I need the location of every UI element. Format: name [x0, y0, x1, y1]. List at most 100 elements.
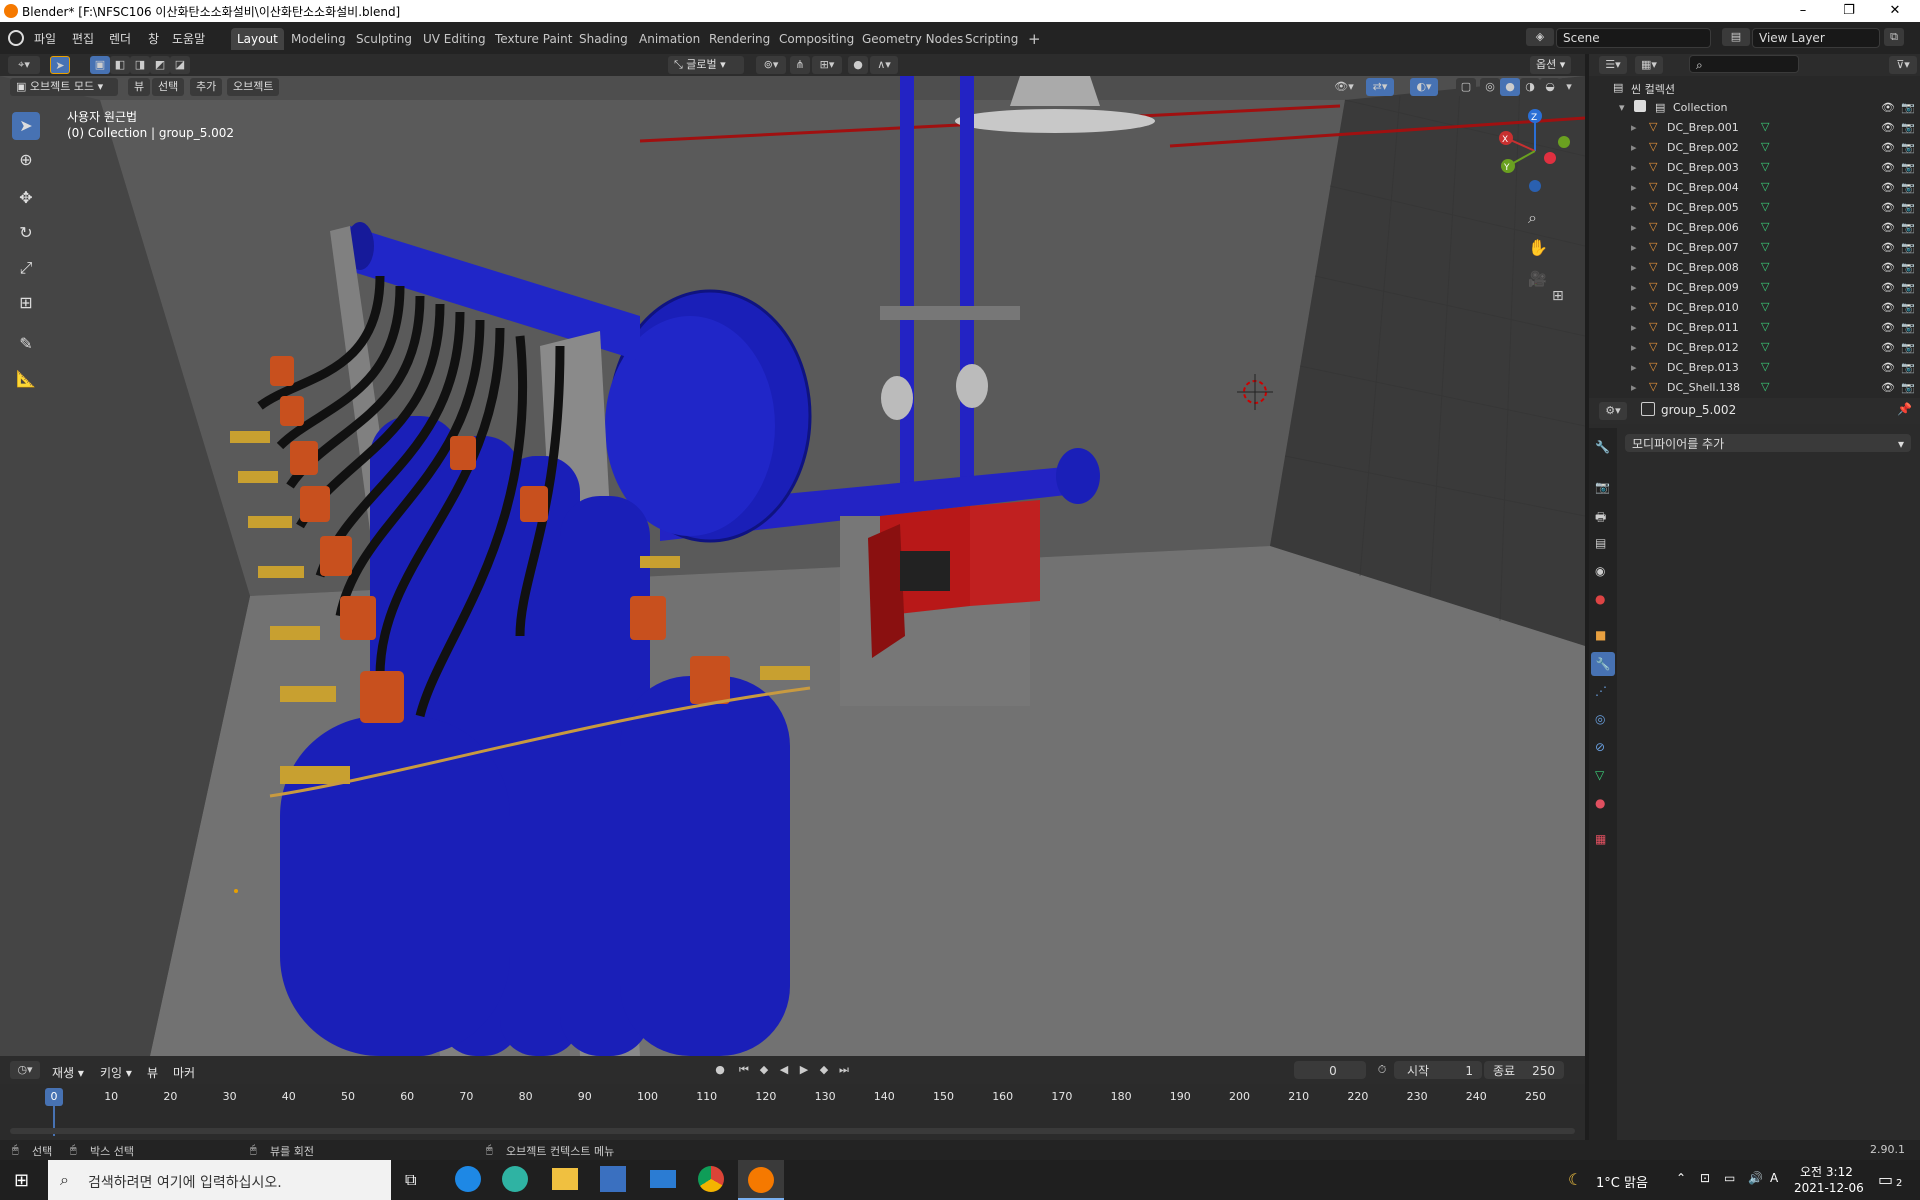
scene-field[interactable]: Scene	[1556, 28, 1711, 48]
eye-icon[interactable]: 👁	[1881, 221, 1895, 234]
tab-sculpting[interactable]: Sculpting	[350, 28, 418, 50]
outliner-item[interactable]: ▸ ▽ DC_Brep.007 ▽ 👁 📷	[1589, 238, 1920, 258]
task-view-icon[interactable]: ⧉	[405, 1170, 416, 1190]
material-tab-icon[interactable]: ●	[1595, 796, 1605, 810]
edge-icon[interactable]	[502, 1166, 528, 1192]
shading-wireframe-icon[interactable]: ◎	[1480, 78, 1500, 96]
tool-tab-icon[interactable]: 🔧	[1595, 440, 1610, 454]
eye-icon[interactable]: 👁	[1881, 281, 1895, 294]
outliner-item[interactable]: ▸ ▽ DC_Shell.138 ▽ 👁 📷	[1589, 378, 1920, 398]
render-camera-icon[interactable]: 📷	[1901, 241, 1915, 254]
end-frame-field[interactable]: 종료 250	[1484, 1061, 1564, 1079]
ime-indicator[interactable]: A	[1770, 1171, 1778, 1185]
render-camera-icon[interactable]: 📷	[1901, 321, 1915, 334]
tab-uv-editing[interactable]: UV Editing	[417, 28, 492, 50]
notification-icon[interactable]: ▭	[1878, 1170, 1893, 1189]
select-extend-icon[interactable]: ◧	[110, 56, 130, 74]
move-tool-icon[interactable]: ✥	[12, 184, 40, 212]
timeline-editor-icon[interactable]: ◷▾	[10, 1061, 40, 1079]
tab-texture-paint[interactable]: Texture Paint	[489, 28, 578, 50]
view-layer-icon[interactable]: ▤	[1722, 28, 1750, 46]
record-icon[interactable]: ●	[710, 1061, 730, 1079]
windows-start-icon[interactable]: ⊞	[14, 1170, 29, 1191]
outliner-item[interactable]: ▸ ▽ DC_Brep.005 ▽ 👁 📷	[1589, 198, 1920, 218]
transform-orientation-dropdown[interactable]: ⤡ 글로벌 ▾	[668, 56, 744, 74]
eye-icon[interactable]: 👁	[1881, 201, 1895, 214]
render-tab-icon[interactable]: 📷	[1595, 480, 1610, 494]
eye-icon[interactable]: 👁	[1881, 241, 1895, 254]
select-invert-icon[interactable]: ◩	[150, 56, 170, 74]
render-camera-icon[interactable]: 📷	[1901, 121, 1915, 134]
timeline-scrollbar[interactable]	[10, 1128, 1575, 1134]
prev-keyframe-icon[interactable]: ◆	[754, 1061, 774, 1079]
annotate-tool-icon[interactable]: ✎	[12, 330, 40, 358]
keying-menu[interactable]: 키잉 ▾	[100, 1064, 132, 1081]
outliner-item[interactable]: ▸ ▽ DC_Brep.001 ▽ 👁 📷	[1589, 118, 1920, 138]
select-new-icon[interactable]: ▣	[90, 56, 110, 74]
measure-tool-icon[interactable]: 📐	[12, 365, 40, 393]
modifier-tab-icon[interactable]: 🔧	[1591, 652, 1615, 676]
outliner-search-input[interactable]: ⌕	[1689, 55, 1799, 73]
menu-help[interactable]: 도움말	[172, 30, 205, 47]
eye-icon[interactable]: 👁	[1881, 181, 1895, 194]
chrome-icon[interactable]	[698, 1166, 724, 1192]
marker-menu[interactable]: 마커	[173, 1064, 195, 1081]
render-camera-icon[interactable]: 📷	[1901, 181, 1915, 194]
visibility-icon[interactable]: 👁▾	[1330, 78, 1358, 96]
eye-icon[interactable]: 👁	[1881, 381, 1895, 394]
add-workspace-button[interactable]: +	[1022, 28, 1047, 50]
texture-tab-icon[interactable]: ▦	[1595, 832, 1606, 846]
playback-menu[interactable]: 재생 ▾	[52, 1064, 84, 1081]
next-keyframe-icon[interactable]: ◆	[814, 1061, 834, 1079]
view-menu[interactable]: 뷰	[147, 1064, 158, 1081]
data-tab-icon[interactable]: ▽	[1595, 768, 1604, 782]
cursor-tool-icon[interactable]: ⊕	[12, 146, 40, 174]
eye-icon[interactable]: 👁	[1881, 141, 1895, 154]
view-layer-tab-icon[interactable]: ▤	[1595, 536, 1606, 550]
minimize-button[interactable]: –	[1780, 0, 1826, 22]
outliner-item[interactable]: ▸ ▽ DC_Brep.008 ▽ 👁 📷	[1589, 258, 1920, 278]
jump-end-icon[interactable]: ⏭	[834, 1061, 854, 1079]
play-reverse-icon[interactable]: ◀	[774, 1061, 794, 1079]
mail-icon[interactable]	[650, 1170, 676, 1188]
ortho-toggle-icon[interactable]: ⊞	[1552, 288, 1572, 306]
current-frame-field[interactable]: 0	[1294, 1061, 1366, 1079]
render-camera-icon[interactable]: 📷	[1901, 261, 1915, 274]
select-tool-icon[interactable]: ➤	[50, 56, 70, 74]
taskbar-search-box[interactable]: ⌕ 검색하려면 여기에 입력하십시오.	[48, 1160, 391, 1200]
outliner-item[interactable]: ▸ ▽ DC_Brep.006 ▽ 👁 📷	[1589, 218, 1920, 238]
menu-file[interactable]: 파일	[34, 30, 56, 47]
eye-icon[interactable]: 👁	[1881, 161, 1895, 174]
tab-animation[interactable]: Animation	[633, 28, 706, 50]
play-icon[interactable]: ▶	[794, 1061, 814, 1079]
outliner-item[interactable]: ▸ ▽ DC_Brep.010 ▽ 👁 📷	[1589, 298, 1920, 318]
clock-time[interactable]: 오전 3:12	[1800, 1163, 1853, 1180]
stopwatch-icon[interactable]: ⏱	[1372, 1061, 1392, 1079]
render-camera-icon[interactable]: 📷	[1901, 201, 1915, 214]
file-explorer-icon[interactable]	[552, 1168, 578, 1190]
tab-modeling[interactable]: Modeling	[285, 28, 352, 50]
start-frame-field[interactable]: 시작 1	[1394, 1061, 1482, 1079]
internet-explorer-icon[interactable]	[455, 1166, 481, 1192]
eye-icon[interactable]: 👁	[1881, 341, 1895, 354]
shading-solid-icon[interactable]: ●	[1500, 78, 1520, 96]
menu-edit[interactable]: 편집	[72, 30, 94, 47]
shading-rendered-icon[interactable]: ◒	[1540, 78, 1560, 96]
display-mode-icon[interactable]: ▦▾	[1635, 56, 1663, 74]
options-dropdown[interactable]: 옵션 ▾	[1530, 56, 1572, 74]
eye-icon[interactable]: 👁	[1881, 121, 1895, 134]
outliner-item[interactable]: ▸ ▽ DC_Brep.012 ▽ 👁 📷	[1589, 338, 1920, 358]
clock-date[interactable]: 2021-12-06	[1794, 1181, 1864, 1195]
snap-target-icon[interactable]: ⊞▾	[812, 56, 842, 74]
menu-add[interactable]: 추가	[190, 78, 223, 96]
render-camera-icon[interactable]: 📷	[1901, 381, 1915, 394]
store-icon[interactable]	[600, 1166, 626, 1192]
outliner-item[interactable]: ▸ ▽ DC_Brep.011 ▽ 👁 📷	[1589, 318, 1920, 338]
outliner-item[interactable]: ▸ ▽ DC_Brep.013 ▽ 👁 📷	[1589, 358, 1920, 378]
object-tab-icon[interactable]: ■	[1595, 628, 1606, 642]
blender-menu-icon[interactable]	[8, 30, 24, 46]
outliner-editor-icon[interactable]: ☰▾	[1599, 56, 1627, 74]
falloff-icon[interactable]: ∧▾	[870, 56, 898, 74]
transform-tool-icon[interactable]: ⊞	[12, 289, 40, 317]
tab-geometry-nodes[interactable]: Geometry Nodes	[856, 28, 969, 50]
